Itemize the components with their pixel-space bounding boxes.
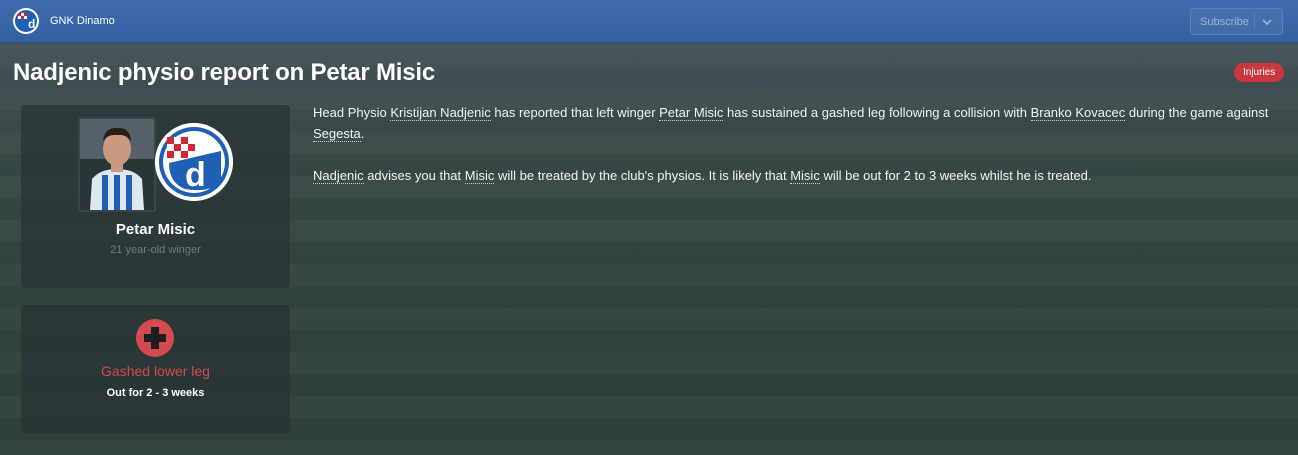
player-link[interactable]: Misic xyxy=(790,168,820,184)
text-segment: . xyxy=(360,126,365,141)
player-name[interactable]: Petar Misic xyxy=(21,221,290,238)
player-description: 21 year-old winger xyxy=(110,244,201,256)
club-badge-icon[interactable]: d xyxy=(13,8,39,34)
injury-card: Gashed lower leg Out for 2 - 3 weeks xyxy=(21,305,290,433)
player-card[interactable]: d Petar Misic 21 year-old winger xyxy=(21,105,290,288)
player-link[interactable]: Misic xyxy=(464,168,495,184)
text-segment: has reported that left winger xyxy=(490,105,660,120)
chevron-down-icon[interactable] xyxy=(1261,16,1273,28)
text-segment: Head Physio xyxy=(313,105,391,120)
physio-link[interactable]: Nadjenic xyxy=(313,168,364,184)
svg-text:d: d xyxy=(28,17,35,31)
text-segment: has sustained a gashed leg following a c… xyxy=(723,105,1031,120)
text-segment: during the game against xyxy=(1125,105,1269,120)
text-segment: will be treated by the club's physios. I… xyxy=(494,168,791,183)
subscribe-label: Subscribe xyxy=(1200,15,1249,28)
club-crest-icon[interactable]: d xyxy=(155,123,233,201)
player-photo[interactable] xyxy=(78,117,156,212)
player-link[interactable]: Petar Misic xyxy=(659,105,724,121)
injury-duration: Out for 2 - 3 weeks xyxy=(106,387,205,399)
opponent-player-link[interactable]: Branko Kovacec xyxy=(1030,105,1126,121)
category-tag[interactable]: Injuries xyxy=(1234,63,1285,82)
text-segment: advises you that xyxy=(363,168,465,183)
text-segment: will be out for 2 to 3 weeks whilst he i… xyxy=(819,168,1092,183)
news-body: Head Physio Kristijan Nadjenic has repor… xyxy=(313,102,1288,207)
opponent-club-link[interactable]: Segesta xyxy=(313,126,361,142)
news-paragraph-1: Head Physio Kristijan Nadjenic has repor… xyxy=(313,102,1288,144)
medical-cross-icon xyxy=(136,319,174,357)
page-title: Nadjenic physio report on Petar Misic xyxy=(13,59,436,86)
injury-name: Gashed lower leg xyxy=(101,363,210,379)
news-paragraph-2: Nadjenic advises you that Misic will be … xyxy=(313,165,1288,186)
physio-link[interactable]: Kristijan Nadjenic xyxy=(390,105,491,121)
club-name[interactable]: GNK Dinamo xyxy=(50,15,115,27)
subscribe-button[interactable]: Subscribe xyxy=(1190,8,1283,35)
subscribe-divider xyxy=(1254,13,1255,30)
svg-text:d: d xyxy=(185,156,206,194)
top-bar: d GNK Dinamo Subscribe xyxy=(0,0,1298,43)
